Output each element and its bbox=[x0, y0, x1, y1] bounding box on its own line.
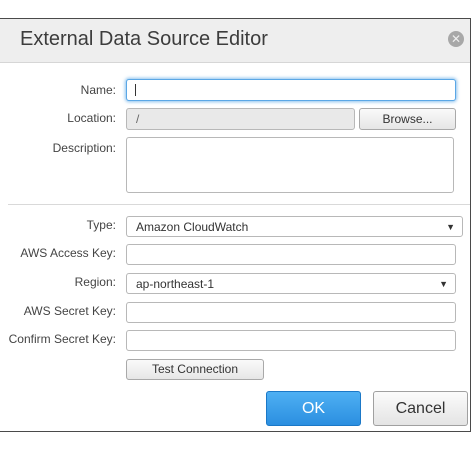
text-cursor bbox=[135, 84, 136, 96]
close-icon[interactable]: ✕ bbox=[448, 31, 464, 47]
chevron-down-icon: ▼ bbox=[439, 278, 448, 289]
name-input[interactable] bbox=[126, 79, 456, 101]
dialog-title-bar[interactable]: External Data Source Editor ✕ bbox=[0, 19, 470, 63]
location-value: / bbox=[136, 112, 140, 126]
aws-access-key-input[interactable] bbox=[126, 244, 456, 265]
name-label: Name: bbox=[80, 83, 116, 97]
region-select-value: ap-northeast-1 bbox=[136, 276, 215, 291]
aws-secret-key-label: AWS Secret Key: bbox=[23, 304, 116, 318]
description-label: Description: bbox=[52, 141, 116, 155]
browse-button[interactable]: Browse... bbox=[359, 108, 456, 130]
description-textarea[interactable] bbox=[126, 137, 454, 193]
aws-access-key-label: AWS Access Key: bbox=[20, 246, 116, 260]
external-data-source-editor-dialog: External Data Source Editor ✕ Name: Loca… bbox=[0, 18, 471, 432]
confirm-secret-key-input[interactable] bbox=[126, 330, 456, 351]
type-select[interactable]: Amazon CloudWatch ▼ bbox=[126, 216, 463, 237]
chevron-down-icon: ▼ bbox=[446, 221, 455, 232]
ok-button[interactable]: OK bbox=[266, 391, 361, 426]
region-label: Region: bbox=[74, 275, 116, 289]
type-label: Type: bbox=[86, 218, 116, 232]
location-label: Location: bbox=[67, 111, 116, 125]
confirm-secret-key-label: Confirm Secret Key: bbox=[8, 332, 116, 346]
location-field: / bbox=[126, 108, 355, 130]
aws-secret-key-input[interactable] bbox=[126, 302, 456, 323]
region-select[interactable]: ap-northeast-1 ▼ bbox=[126, 273, 456, 294]
section-divider bbox=[8, 204, 470, 205]
type-select-value: Amazon CloudWatch bbox=[136, 219, 249, 234]
test-connection-button[interactable]: Test Connection bbox=[126, 359, 264, 380]
dialog-title: External Data Source Editor bbox=[20, 28, 268, 50]
cancel-button[interactable]: Cancel bbox=[373, 391, 468, 426]
